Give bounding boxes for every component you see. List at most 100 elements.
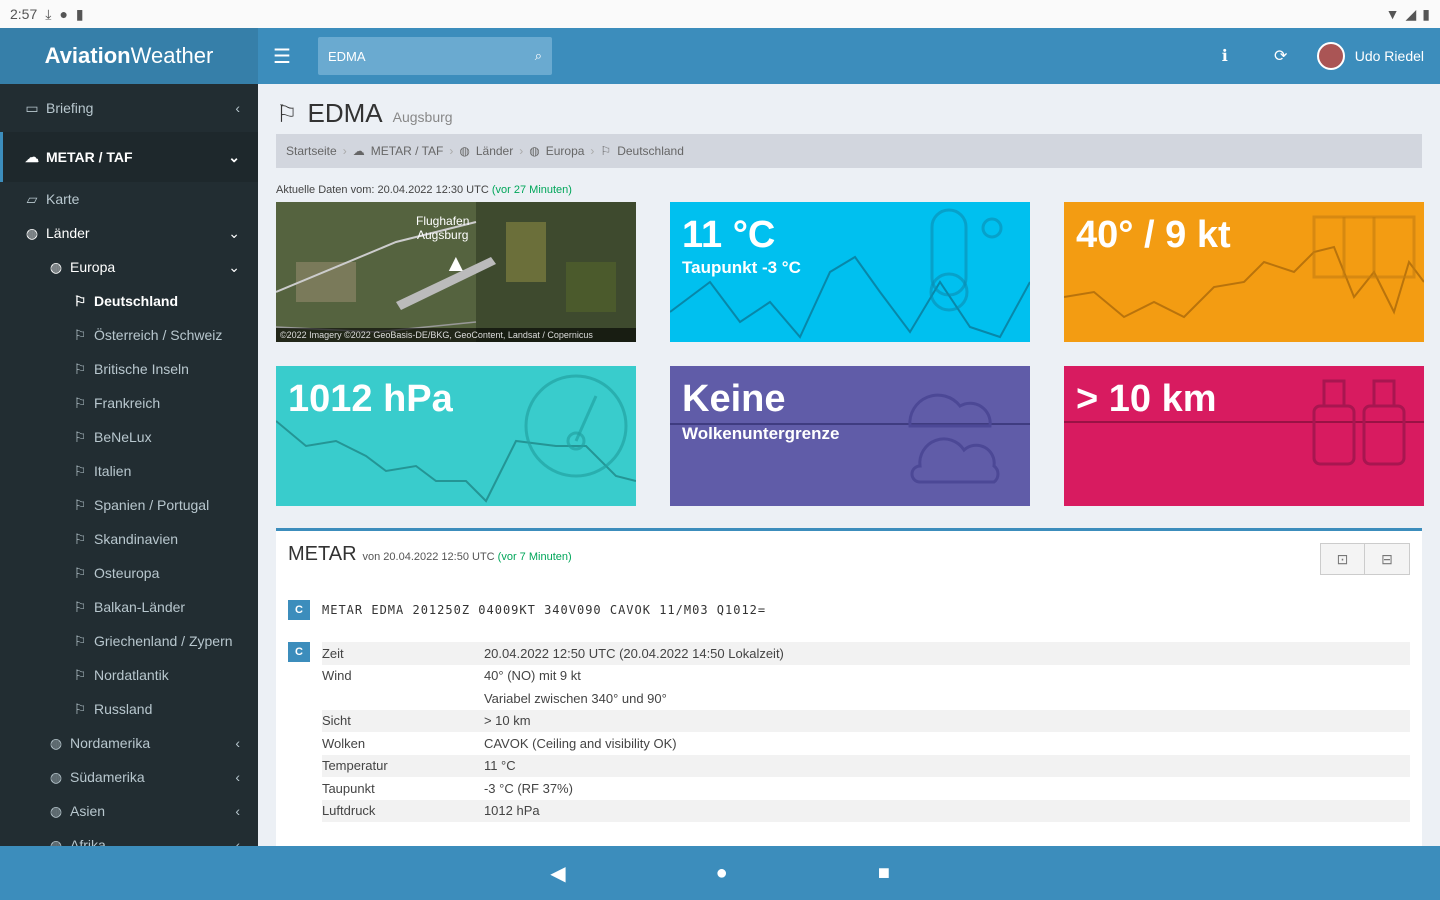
sidebar-item-karte[interactable]: ▱ Karte [0,182,258,216]
sidebar-item-asien[interactable]: ◍ Asien ‹ [0,794,258,828]
code-view-button[interactable]: ⊡ [1321,544,1365,574]
airport-marker-icon: ▲ [444,250,468,277]
breadcrumb-laender[interactable]: Länder [476,144,513,158]
flag-icon: ⚐ [73,564,87,581]
flag-icon: ⚐ [73,428,87,445]
sidebar-item-europa[interactable]: ◍ Europa ⌄ [0,250,258,284]
row-key [322,687,484,710]
row-key: Luftdruck [321,799,484,822]
recents-icon[interactable]: ■ [878,862,890,885]
sidebar-item-label: Russland [94,701,153,717]
row-key: Wolken [321,735,366,751]
flag-icon: ⚐ [73,598,87,615]
sidebar-item-griechenland-zypern[interactable]: ⚐ Griechenland / Zypern [0,624,258,658]
pressure-tile[interactable]: 1012 hPa [276,366,636,506]
table-row: Zeit 20.04.2022 12:50 UTC (20.04.2022 14:… [321,642,1410,665]
sidebar-item-briefing[interactable]: ▭ Briefing ‹ [0,84,258,132]
ceiling-tile[interactable]: Keine Wolkenuntergrenze [670,366,1030,506]
wind-tile[interactable]: 40° / 9 kt [1064,202,1424,342]
decoded-badge: C [288,642,310,662]
sidebar-item-nordatlantik[interactable]: ⚐ Nordatlantik [0,658,258,692]
metar-ago: (vor 7 Minuten) [497,551,572,563]
sidebar-item-osteuropa[interactable]: ⚐ Osteuropa [0,556,258,590]
flag-icon: ⚐ [73,666,87,683]
sidebar-item-britische-inseln[interactable]: ⚐ Britische Inseln [0,352,258,386]
metar-decoded: C Zeit 20.04.2022 12:50 UTC (20.04.2022 1… [288,642,1410,822]
sidebar-item-balkan[interactable]: ⚐ Balkan-Länder [0,590,258,624]
sidebar-item-suedamerika[interactable]: ◍ Südamerika ‹ [0,760,258,794]
collapse-button[interactable]: ⊟ [1365,544,1409,574]
breadcrumb-deutschland[interactable]: Deutschland [617,144,684,158]
sidebar: ▭ Briefing ‹ ☁ METAR / TAF ⌄ ▱ Karte ◍ Länder ⌄… [0,84,258,846]
metar-box: METAR von 20.04.2022 12:50 UTC (vor 7 Mi… [276,528,1422,846]
sidebar-item-label: Britische Inseln [94,361,189,377]
sidebar-item-oesterreich-schweiz[interactable]: ⚐ Österreich / Schweiz [0,318,258,352]
table-row: Variabel zwischen 340° und 90° [322,687,1410,710]
sidebar-item-benelux[interactable]: ⚐ BeNeLux [0,420,258,454]
updated-info: Aktuelle Daten vom: 20.04.2022 12:30 UTC… [276,184,1422,200]
info-icon[interactable]: ℹ [1197,28,1253,84]
chevron-left-icon: ‹ [235,769,240,785]
flag-icon: ⚐ [600,144,612,158]
chevron-left-icon: ‹ [235,803,240,819]
globe-icon: ◍ [49,836,63,847]
sidebar-item-afrika[interactable]: ◍ Afrika ‹ [0,828,258,847]
globe-icon: ◍ [25,224,39,241]
battery-icon: ▮ [1422,5,1430,22]
map-attribution: ©2022 Imagery ©2022 GeoBasis-DE/BKG, Geo… [276,328,636,342]
page-title: EDMA [307,98,383,128]
refresh-icon[interactable]: ⟳ [1253,28,1309,84]
sidebar-item-deutschland[interactable]: ⚐ Deutschland [0,284,258,318]
metar-time: von 20.04.2022 12:50 UTC [362,551,495,563]
sidebar-item-russland[interactable]: ⚐ Russland [0,692,258,726]
flag-icon: ⚐ [73,700,87,717]
chevron-down-icon: ⌄ [228,224,240,241]
table-row: Wolken CAVOK (Ceiling and visibility OK) [322,732,1410,755]
cloud-icon: ☁ [25,148,39,165]
metar-header: METAR von 20.04.2022 12:50 UTC (vor 7 Mi… [288,543,1410,566]
table-row: Temperatur 11 °C [321,754,1410,777]
user-menu[interactable]: Udo Riedel [1309,42,1440,70]
breadcrumb-europa[interactable]: Europa [546,144,585,158]
temperature-tile[interactable]: 11 °C Taupunkt -3 °C [670,202,1030,342]
airport-map[interactable]: Flughafen Augsburg ▲ ©2022 Imagery ©2022 … [276,202,636,342]
flag-icon: ⚐ [73,496,87,513]
visibility-tile[interactable]: > 10 km [1064,366,1424,506]
page-header: ⚐ EDMA Augsburg [276,98,1422,134]
search-icon[interactable]: ⌕ [535,48,542,64]
sidebar-item-metar-taf[interactable]: ☁ METAR / TAF ⌄ [0,132,258,182]
flag-icon: ⚐ [73,632,87,649]
sidebar-item-label: Asien [70,803,106,819]
sidebar-item-label: BeNeLux [94,429,152,445]
chevron-left-icon: ‹ [235,735,240,751]
breadcrumb-separator: › [449,144,454,158]
sidebar-item-nordamerika[interactable]: ◍ Nordamerika ‹ [0,726,258,760]
back-icon[interactable]: ◀ [550,861,565,886]
row-key: Sicht [321,709,484,732]
cloud-icon: ☁ [352,144,365,158]
table-row: Wind 40° (NO) mit 9 kt [322,665,1410,688]
sidebar-item-spanien-portugal[interactable]: ⚐ Spanien / Portugal [0,488,258,522]
search-input[interactable]: EDMA ⌕ [318,37,552,75]
download-icon: ⤓ [45,5,52,22]
breadcrumb-startseite[interactable]: Startseite [286,144,337,158]
ceiling-value: Keine [682,378,786,420]
flag-icon: ⚐ [73,360,87,377]
row-key: Temperatur [321,754,484,777]
home-icon[interactable]: ● [716,862,728,885]
metar-title: METAR [288,543,357,565]
breadcrumb-metar-taf[interactable]: METAR / TAF [371,144,444,158]
search-value: EDMA [328,48,366,64]
ceiling-caption: Wolkenuntergrenze [682,424,840,443]
sidebar-item-frankreich[interactable]: ⚐ Frankreich [0,386,258,420]
sidebar-item-skandinavien[interactable]: ⚐ Skandinavien [0,522,258,556]
sidebar-toggle-icon[interactable]: ☰ [258,28,306,84]
breadcrumb-separator: › [342,144,347,158]
sidebar-item-label: Skandinavien [94,531,179,547]
sidebar-item-italien[interactable]: ⚐ Italien [0,454,258,488]
map-label: Flughafen Augsburg [416,214,469,242]
app-logo[interactable]: Aviation Weather [0,28,258,84]
sidebar-item-label: Osteuropa [94,565,160,581]
sidebar-item-laender[interactable]: ◍ Länder ⌄ [0,216,258,250]
row-value: 20.04.2022 12:50 UTC (20.04.2022 14:50 L… [483,642,1410,665]
